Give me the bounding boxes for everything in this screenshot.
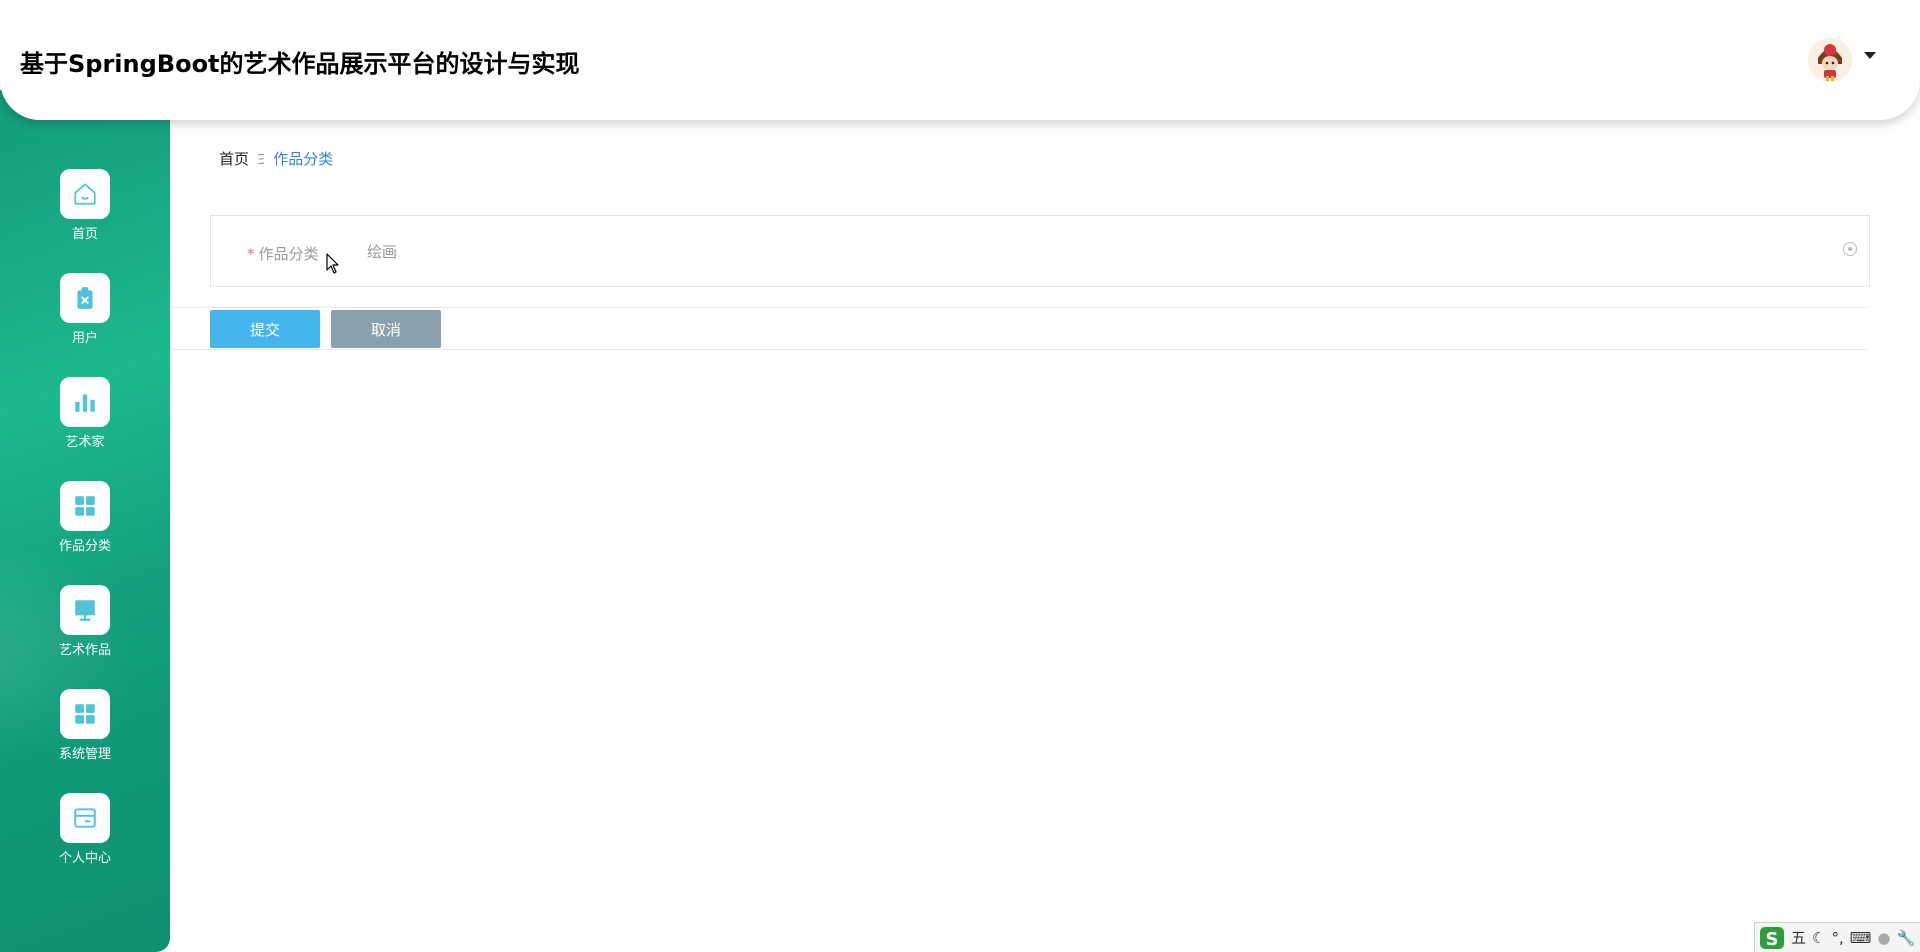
card-icon — [60, 793, 110, 843]
sidebar: 首页 用户 艺术家 作品分类 艺术作品 系统管理 个人中心 — [0, 90, 170, 952]
sidebar-item-categories[interactable]: 作品分类 — [0, 481, 170, 571]
sidebar-item-system[interactable]: 系统管理 — [0, 689, 170, 779]
ime-mode[interactable]: 五 — [1791, 927, 1806, 948]
sidebar-item-label: 系统管理 — [58, 747, 111, 762]
breadcrumb-current: 作品分类 — [273, 150, 334, 168]
submit-button[interactable]: 提交 — [210, 310, 320, 348]
sogou-logo-icon[interactable]: S — [1759, 926, 1785, 950]
breadcrumb-home-link[interactable]: 首页 — [219, 150, 249, 168]
required-mark: * — [247, 245, 255, 263]
cancel-button[interactable]: 取消 — [331, 310, 441, 348]
sidebar-item-artworks[interactable]: 艺术作品 — [0, 585, 170, 675]
app-title: 基于SpringBoot的艺术作品展示平台的设计与实现 — [20, 50, 580, 78]
sidebar-item-label: 艺术作品 — [58, 643, 111, 658]
sidebar-item-profile[interactable]: 个人中心 — [0, 793, 170, 883]
keyboard-icon[interactable]: ⌨ — [1850, 929, 1872, 947]
clipboard-icon — [60, 273, 110, 323]
sidebar-item-label: 个人中心 — [58, 851, 111, 866]
ime-toolbar: S 五 ☾ °, ⌨ ● 🔧 — [1754, 922, 1920, 952]
user-avatar-icon[interactable] — [1808, 38, 1852, 82]
field-label-text: 作品分类 — [258, 245, 319, 263]
sidebar-item-label: 艺术家 — [65, 435, 105, 450]
moon-icon[interactable]: ☾ — [1812, 929, 1825, 947]
field-label: * 作品分类 — [247, 243, 319, 264]
breadcrumb-separator-icon: Ξ — [257, 153, 266, 168]
sidebar-item-label: 作品分类 — [58, 539, 111, 554]
mouse-cursor-icon — [326, 253, 339, 274]
grid-icon — [60, 689, 110, 739]
breadcrumb: 首页 Ξ 作品分类 — [219, 148, 333, 169]
ime-logo-text: S — [1766, 929, 1779, 950]
wrench-icon[interactable]: 🔧 — [1897, 929, 1916, 947]
sidebar-item-home[interactable]: 首页 — [0, 169, 170, 259]
category-name-input[interactable] — [367, 234, 1747, 268]
sidebar-item-users[interactable]: 用户 — [0, 273, 170, 363]
monitor-icon — [60, 585, 110, 635]
user-icon[interactable]: ● — [1877, 929, 1890, 947]
grid-icon — [60, 481, 110, 531]
sidebar-item-artists[interactable]: 艺术家 — [0, 377, 170, 467]
home-icon — [60, 169, 110, 219]
clear-input-icon[interactable] — [1843, 242, 1857, 256]
top-header: 基于SpringBoot的艺术作品展示平台的设计与实现 — [0, 0, 1920, 120]
form-actions: 提交 取消 — [170, 307, 1868, 350]
bar-chart-icon — [60, 377, 110, 427]
category-form: * 作品分类 — [210, 215, 1870, 287]
punctuation-icon[interactable]: °, — [1831, 929, 1843, 947]
caret-down-icon[interactable] — [1864, 52, 1876, 59]
sidebar-item-label: 用户 — [71, 331, 98, 346]
sidebar-item-label: 首页 — [71, 227, 98, 242]
